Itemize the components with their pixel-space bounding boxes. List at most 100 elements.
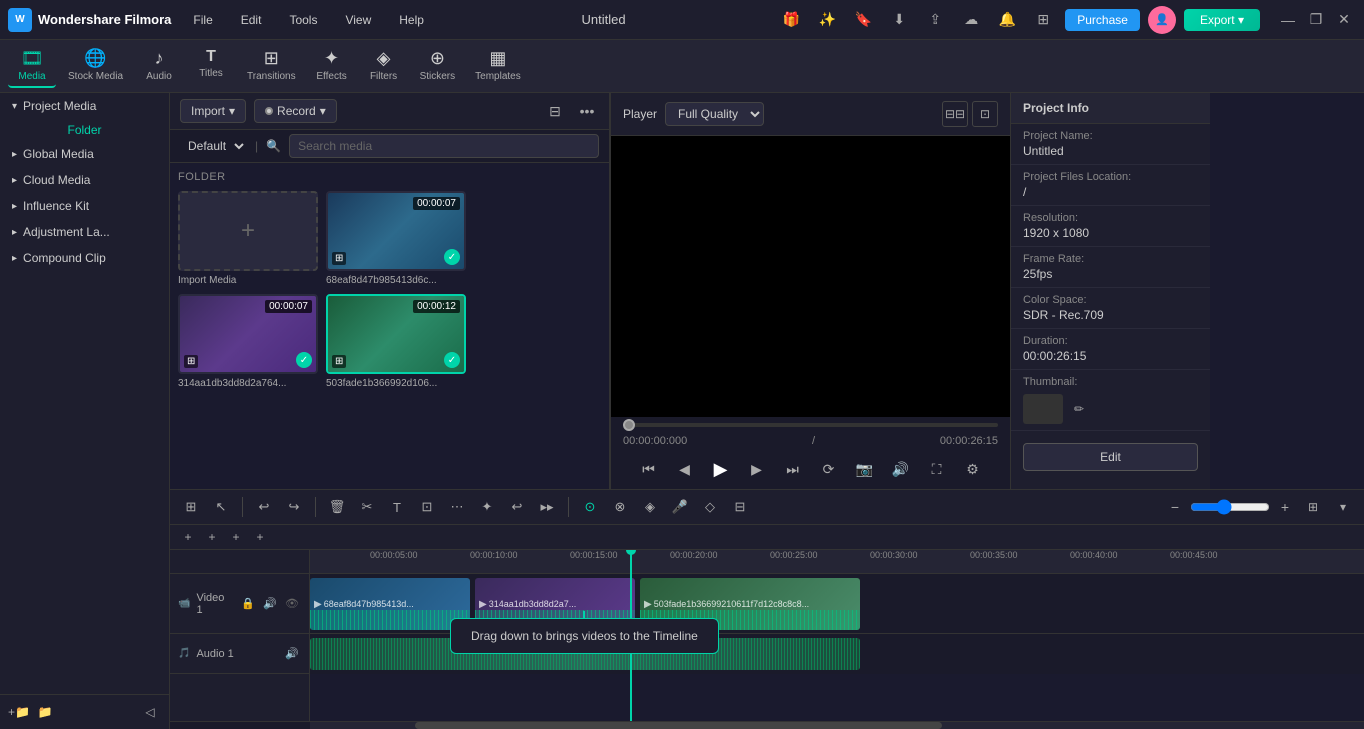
sidebar-global-media[interactable]: ▸ Global Media	[0, 141, 169, 167]
ripple-toggle[interactable]: ⊗	[607, 494, 633, 520]
play-button[interactable]: ▶	[707, 455, 735, 483]
toolbar-effects[interactable]: ✦ Effects	[308, 44, 356, 88]
purchase-button[interactable]: Purchase	[1065, 9, 1140, 31]
effects-tl-button[interactable]: ✦	[474, 494, 500, 520]
list-item[interactable]: 00:00:07 ⊞ ✓ 314aa1db3dd8d2a764...	[178, 294, 318, 389]
motion-button[interactable]: ⋯	[444, 494, 470, 520]
add-pip-icon[interactable]: +	[250, 527, 270, 547]
bookmark-icon[interactable]: 🔖	[849, 6, 877, 34]
add-track-icon[interactable]: ⊞	[178, 494, 204, 520]
thumbnail-edit-icon[interactable]: ✏	[1069, 399, 1089, 419]
cursor-tool-icon[interactable]: ↖	[208, 494, 234, 520]
close-button[interactable]: ✕	[1332, 8, 1356, 32]
menu-file[interactable]: File	[187, 9, 218, 31]
zoom-in-button[interactable]: +	[1274, 496, 1296, 518]
folder-label[interactable]: Folder	[67, 123, 101, 137]
bell-icon[interactable]: 🔔	[993, 6, 1021, 34]
list-item[interactable]: + Import Media	[178, 191, 318, 286]
timeline-settings-icon[interactable]: ⊞	[1300, 494, 1326, 520]
download-icon[interactable]: ⬇	[885, 6, 913, 34]
keyframe-button[interactable]: ◇	[697, 494, 723, 520]
toolbar-titles[interactable]: T Titles	[187, 44, 235, 88]
export-button[interactable]: Export ▾	[1184, 9, 1260, 31]
video-clip-1[interactable]: ▶ 68eaf8d47b985413d...	[310, 578, 470, 630]
add-folder-icon[interactable]: +📁	[8, 701, 30, 723]
text-button[interactable]: T	[384, 494, 410, 520]
redo-button[interactable]: ↪	[281, 494, 307, 520]
sidebar-project-media[interactable]: ▾ Project Media	[0, 93, 169, 119]
list-item[interactable]: 00:00:12 ⊞ ✓ 503fade1b366992d106...	[326, 294, 466, 389]
search-input[interactable]	[289, 134, 599, 158]
list-item[interactable]: 00:00:07 ⊞ ✓ 68eaf8d47b985413d6c...	[326, 191, 466, 286]
cut-button[interactable]: ✂	[354, 494, 380, 520]
media-toolbar: Import ▾ Record ▾ ⊟ •••	[170, 93, 609, 130]
audio-tl-button[interactable]: ↩	[504, 494, 530, 520]
fullscreen-button[interactable]: ⛶	[923, 455, 951, 483]
marker-button[interactable]: ◈	[637, 494, 663, 520]
settings-ctrl-icon[interactable]: ⚙	[959, 455, 987, 483]
eye-track-icon[interactable]: 👁	[283, 595, 301, 613]
mic-button[interactable]: 🎤	[667, 494, 693, 520]
minimize-button[interactable]: —	[1276, 8, 1300, 32]
sidebar-adjustment-layer[interactable]: ▸ Adjustment La...	[0, 219, 169, 245]
menu-help[interactable]: Help	[393, 9, 430, 31]
maximize-button[interactable]: ❐	[1304, 8, 1328, 32]
volume-track-icon[interactable]: 🔊	[261, 595, 279, 613]
toolbar-stock-media[interactable]: 🌐 Stock Media	[60, 44, 131, 88]
apps-icon[interactable]: ⊞	[1029, 6, 1057, 34]
import-button[interactable]: Import ▾	[180, 99, 246, 123]
sidebar-influence-kit[interactable]: ▸ Influence Kit	[0, 193, 169, 219]
quality-dropdown[interactable]: Full Quality	[665, 102, 764, 126]
toolbar-filters[interactable]: ◈ Filters	[360, 44, 408, 88]
magic-icon[interactable]: ✨	[813, 6, 841, 34]
lock-track-icon[interactable]: 🔒	[239, 595, 257, 613]
gift-icon[interactable]: 🎁	[777, 6, 805, 34]
menu-edit[interactable]: Edit	[235, 9, 268, 31]
step-back-button[interactable]: ◀	[671, 455, 699, 483]
snap-toggle[interactable]: ⊙	[577, 494, 603, 520]
snapshot-button[interactable]: 📷	[851, 455, 879, 483]
toolbar-audio[interactable]: ♪ Audio	[135, 44, 183, 88]
progress-bar[interactable]	[623, 423, 998, 427]
subtitle-button[interactable]: ⊟	[727, 494, 753, 520]
sidebar-compound-clip[interactable]: ▸ Compound Clip	[0, 245, 169, 271]
titles-label: Titles	[199, 68, 223, 79]
toolbar-media[interactable]: 🎞 Media	[8, 44, 56, 88]
timeline-content: 📹 Video 1 🔒 🔊 👁 🎵 Audio 1	[170, 550, 1364, 721]
loop-button[interactable]: ⟳	[815, 455, 843, 483]
toolbar-templates[interactable]: ▦ Templates	[467, 44, 529, 88]
cloud-icon[interactable]: ☁	[957, 6, 985, 34]
crop-button[interactable]: ⊡	[414, 494, 440, 520]
folder-icon[interactable]: 📁	[34, 701, 56, 723]
mute-track-icon[interactable]: 🔊	[283, 645, 301, 663]
share-icon[interactable]: ⇪	[921, 6, 949, 34]
zoom-slider[interactable]	[1190, 499, 1270, 515]
volume-button[interactable]: 🔊	[887, 455, 915, 483]
zoom-out-button[interactable]: −	[1164, 496, 1186, 518]
add-audio-track-icon[interactable]: +	[202, 527, 222, 547]
step-fwd-button[interactable]: ▶	[743, 455, 771, 483]
edit-button[interactable]: Edit	[1023, 443, 1198, 471]
undo-button[interactable]: ↩	[251, 494, 277, 520]
record-button[interactable]: Record ▾	[254, 99, 337, 123]
fullscreen-preview-icon[interactable]: ⊡	[972, 101, 998, 127]
skip-back-button[interactable]: ⏮	[635, 455, 663, 483]
filter-icon[interactable]: ⊟	[543, 99, 567, 123]
user-avatar[interactable]: 👤	[1148, 6, 1176, 34]
menu-tools[interactable]: Tools	[283, 9, 323, 31]
sort-dropdown[interactable]: Default	[180, 136, 247, 156]
more-tl-button[interactable]: ▸▸	[534, 494, 560, 520]
toolbar-transitions[interactable]: ⊞ Transitions	[239, 44, 304, 88]
timeline-layout-icon[interactable]: ▾	[1330, 494, 1356, 520]
import-media-placeholder[interactable]: +	[178, 191, 318, 271]
skip-fwd-button[interactable]: ⏭	[779, 455, 807, 483]
sidebar-cloud-media[interactable]: ▸ Cloud Media	[0, 167, 169, 193]
delete-button[interactable]: 🗑	[324, 494, 350, 520]
add-effect-track-icon[interactable]: +	[226, 527, 246, 547]
dual-view-icon[interactable]: ⊟⊟	[942, 101, 968, 127]
more-options-icon[interactable]: •••	[575, 99, 599, 123]
collapse-sidebar-icon[interactable]: ◁	[139, 701, 161, 723]
toolbar-stickers[interactable]: ⊕ Stickers	[412, 44, 464, 88]
menu-view[interactable]: View	[339, 9, 377, 31]
add-video-track-icon[interactable]: +	[178, 527, 198, 547]
